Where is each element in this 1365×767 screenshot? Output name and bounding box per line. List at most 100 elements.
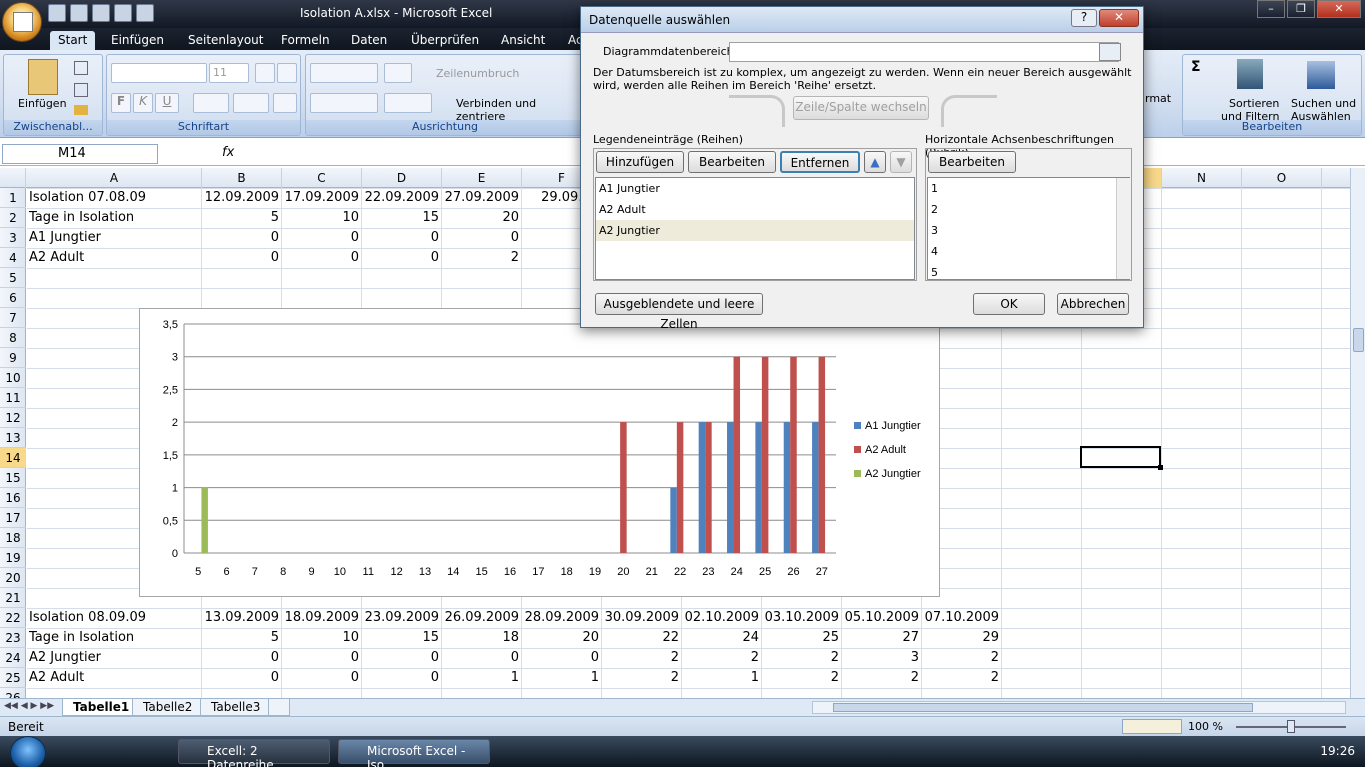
cell[interactable]: 05.10.2009	[842, 608, 922, 628]
tab-ueberpruefen[interactable]: Überprüfen	[403, 31, 487, 50]
series-list-item[interactable]: A2 Jungtier	[596, 220, 914, 241]
office-button[interactable]	[2, 2, 42, 42]
series-list[interactable]: A1 Jungtier A2 Adult A2 Jungtier	[595, 177, 915, 280]
cancel-button[interactable]: Abbrechen	[1057, 293, 1129, 315]
cell[interactable]: 0	[282, 648, 362, 668]
cell[interactable]: 0	[442, 648, 522, 668]
row-header[interactable]: 20	[0, 568, 26, 588]
cell[interactable]: 2	[442, 248, 522, 268]
select-all-corner[interactable]	[0, 168, 26, 188]
view-buttons[interactable]	[1122, 719, 1182, 734]
row-header[interactable]: 6	[0, 288, 26, 308]
tab-seitenlayout[interactable]: Seitenlayout	[180, 31, 271, 50]
cell[interactable]: 0	[202, 648, 282, 668]
cell[interactable]: 07.10.2009	[922, 608, 1002, 628]
cell[interactable]: 0	[362, 248, 442, 268]
close-button[interactable]: ✕	[1317, 0, 1361, 18]
font-size-select[interactable]: 11	[209, 63, 249, 83]
minimize-button[interactable]: –	[1257, 0, 1285, 18]
sheet-tab-tabelle2[interactable]: Tabelle2	[132, 699, 204, 716]
row-header[interactable]: 3	[0, 228, 26, 248]
legend-entry[interactable]: A2 Adult	[865, 444, 906, 456]
borders-icon[interactable]	[193, 93, 229, 113]
row-header[interactable]: 13	[0, 428, 26, 448]
system-tray-icons[interactable]	[1150, 744, 1310, 760]
cell[interactable]: 2	[682, 648, 762, 668]
column-header[interactable]: B	[202, 168, 282, 188]
format-button[interactable]: rmat	[1145, 92, 1171, 105]
move-up-icon[interactable]: ▲	[864, 151, 886, 173]
tab-daten[interactable]: Daten	[343, 31, 395, 50]
cell[interactable]: 15	[362, 628, 442, 648]
cell[interactable]: 2	[762, 668, 842, 688]
row-header[interactable]: 7	[0, 308, 26, 328]
tab-formeln[interactable]: Formeln	[273, 31, 338, 50]
cell[interactable]: 2	[842, 668, 922, 688]
remove-series-button[interactable]: Entfernen	[780, 151, 860, 173]
bar[interactable]	[812, 422, 819, 553]
undo-icon[interactable]	[70, 4, 88, 22]
cell[interactable]: 0	[362, 668, 442, 688]
cell[interactable]: 2	[602, 668, 682, 688]
row-header[interactable]: 11	[0, 388, 26, 408]
row-header[interactable]: 15	[0, 468, 26, 488]
cell[interactable]: 24	[682, 628, 762, 648]
cell[interactable]: 0	[282, 248, 362, 268]
fx-icon[interactable]: fx	[222, 145, 234, 160]
series-list-item[interactable]: A1 Jungtier	[596, 178, 914, 199]
autosum-icon[interactable]: Σ	[1191, 59, 1201, 75]
sheet-tab-tabelle3[interactable]: Tabelle3	[200, 699, 272, 716]
row-header[interactable]: 9	[0, 348, 26, 368]
column-header[interactable]: D	[362, 168, 442, 188]
cell[interactable]: 2	[602, 648, 682, 668]
row-header[interactable]: 22	[0, 608, 26, 628]
cell[interactable]: 12.09.2009	[202, 188, 282, 208]
ok-button[interactable]: OK	[973, 293, 1045, 315]
cell[interactable]: 28.09.2009	[522, 608, 602, 628]
dialog-help-button[interactable]: ?	[1071, 9, 1097, 27]
horizontal-scrollbar[interactable]	[812, 701, 1346, 714]
row-header[interactable]: 14	[0, 448, 26, 468]
sheet-nav-arrows-icon[interactable]: ◀◀ ◀ ▶ ▶▶	[4, 701, 60, 713]
cell[interactable]: 0	[522, 648, 602, 668]
font-color-icon[interactable]	[273, 93, 297, 113]
move-down-icon[interactable]: ▼	[890, 151, 912, 173]
cell[interactable]: 18.09.2009	[282, 608, 362, 628]
column-header[interactable]: C	[282, 168, 362, 188]
row-header[interactable]: 24	[0, 648, 26, 668]
active-cell-m14[interactable]	[1080, 446, 1163, 470]
bar[interactable]	[818, 356, 826, 553]
cell[interactable]: 27	[842, 628, 922, 648]
tab-start[interactable]: Start	[50, 31, 96, 50]
collapse-dialog-icon[interactable]	[1099, 43, 1121, 61]
cell[interactable]: 0	[282, 228, 362, 248]
cell[interactable]: 30.09.2009	[602, 608, 682, 628]
horizontal-align-icons[interactable]	[310, 93, 378, 113]
cell[interactable]: A2 Adult	[27, 248, 202, 268]
edit-axis-labels-button[interactable]: Bearbeiten	[928, 151, 1016, 173]
axis-list-item[interactable]: 4	[928, 241, 1129, 262]
cell[interactable]: 29	[922, 628, 1002, 648]
cell[interactable]: 0	[362, 648, 442, 668]
column-header[interactable]: N	[1162, 168, 1242, 188]
cell[interactable]: 27.09.2009	[442, 188, 522, 208]
vertical-align-icons[interactable]	[310, 63, 378, 83]
bar[interactable]	[755, 422, 762, 553]
row-header[interactable]: 2	[0, 208, 26, 228]
vertical-scrollbar[interactable]	[1350, 168, 1365, 698]
row-header[interactable]: 12	[0, 408, 26, 428]
cell[interactable]: A2 Adult	[27, 668, 202, 688]
axis-list-item[interactable]: 1	[928, 178, 1129, 199]
cell[interactable]: 0	[202, 668, 282, 688]
cell[interactable]: 22	[602, 628, 682, 648]
cell[interactable]: 17.09.2009	[282, 188, 362, 208]
row-header[interactable]: 23	[0, 628, 26, 648]
axis-labels-list[interactable]: 12345	[927, 177, 1130, 280]
switch-row-column-button[interactable]: Zeile/Spalte wechseln	[793, 96, 929, 120]
vertical-scroll-thumb[interactable]	[1353, 328, 1364, 352]
cell[interactable]: 18	[442, 628, 522, 648]
taskbar-item-firefox[interactable]: Excell: 2 Datenreihe...	[178, 739, 330, 767]
wrap-text-button[interactable]: Zeilenumbruch	[436, 67, 519, 80]
cell[interactable]: 2	[762, 648, 842, 668]
row-header[interactable]: 4	[0, 248, 26, 268]
